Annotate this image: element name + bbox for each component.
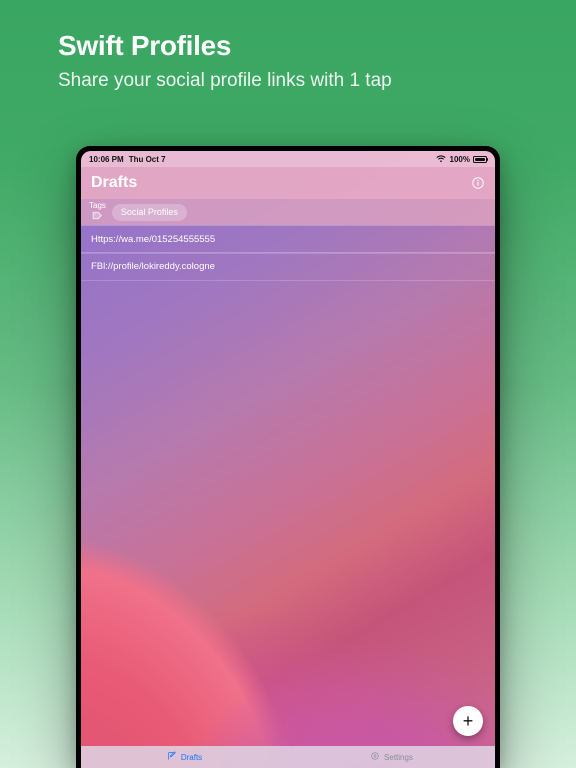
tags-label-group: Tags — [89, 202, 106, 222]
tags-label-text: Tags — [89, 202, 106, 210]
gear-icon — [370, 751, 380, 763]
battery-indicator: 100% — [450, 155, 487, 164]
tag-icon — [92, 211, 103, 222]
tags-row: Tags Social Profiles — [81, 199, 495, 225]
page-title: Drafts — [91, 174, 137, 192]
status-bar: 10:06 PM Thu Oct 7 100% — [81, 151, 495, 167]
tab-settings-label: Settings — [384, 753, 413, 762]
tab-settings[interactable]: Settings — [288, 746, 495, 768]
nav-bar: Drafts — [81, 167, 495, 199]
tab-drafts-label: Drafts — [181, 753, 202, 762]
status-date: Thu Oct 7 — [129, 155, 166, 164]
app-screen: 10:06 PM Thu Oct 7 100% Drafts — [81, 151, 495, 768]
draft-row[interactable]: FBl://profile/lokireddy.cologne — [81, 252, 495, 281]
tab-drafts[interactable]: Drafts — [81, 746, 288, 768]
battery-percent: 100% — [450, 155, 470, 164]
promo-stage: Swift Profiles Share your social profile… — [0, 0, 576, 768]
tab-bar: Drafts Settings — [81, 746, 495, 768]
promo-subtitle: Share your social profile links with 1 t… — [58, 70, 392, 92]
device-frame: 10:06 PM Thu Oct 7 100% Drafts — [76, 146, 500, 768]
draft-row[interactable]: Https://wa.me/015254555555 — [81, 225, 495, 254]
tag-chip-social-profiles[interactable]: Social Profiles — [112, 204, 187, 221]
wifi-icon — [436, 155, 446, 163]
promo-title: Swift Profiles — [58, 30, 231, 62]
info-icon[interactable] — [471, 176, 485, 190]
compose-icon — [167, 751, 177, 763]
add-button[interactable]: + — [453, 706, 483, 736]
status-time: 10:06 PM — [89, 155, 124, 164]
